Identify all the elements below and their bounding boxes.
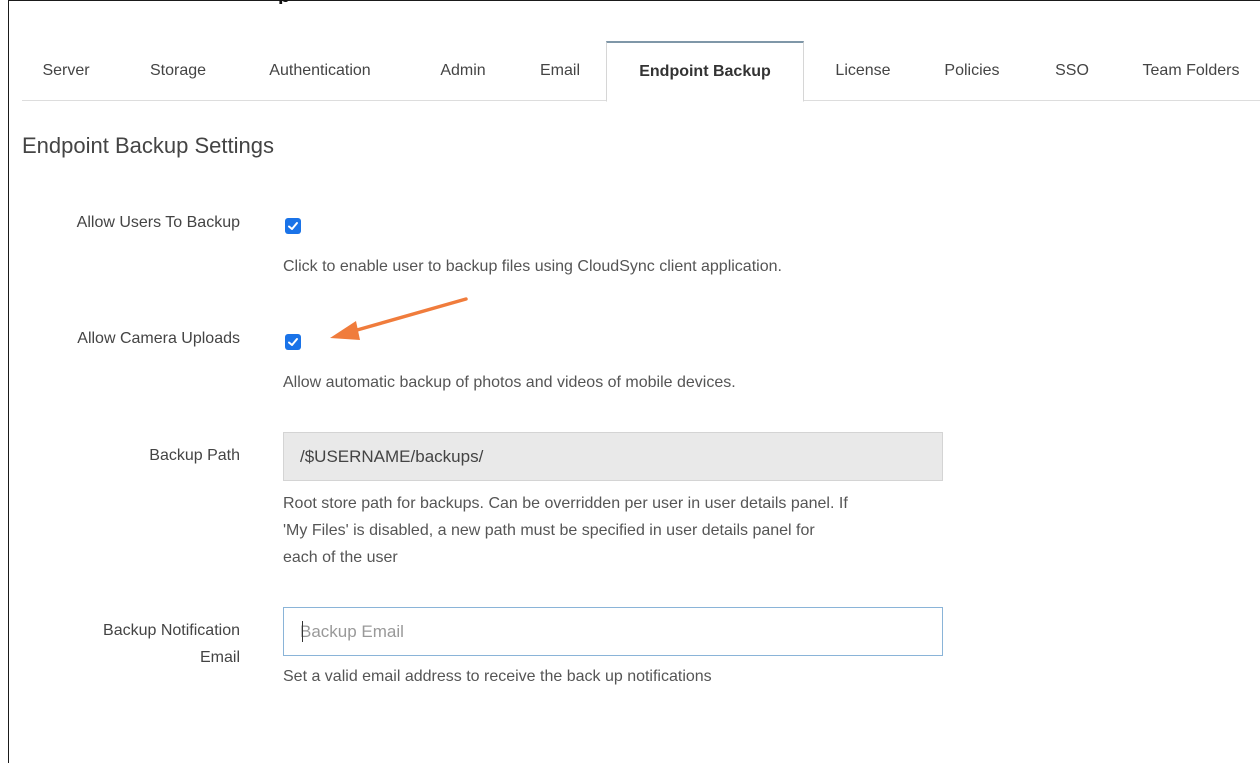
tab-policies[interactable]: Policies <box>924 41 1020 101</box>
settings-tab-bar: Server Storage Authentication Admin Emai… <box>22 41 1260 102</box>
notification-email-label-line-2: Email <box>199 649 240 666</box>
backup-email-placeholder: Backup Email <box>300 622 404 641</box>
allow-camera-checkbox[interactable] <box>285 334 301 350</box>
notification-email-label-line-1: Backup Notification <box>103 622 240 639</box>
text-caret <box>302 621 303 642</box>
allow-backup-checkbox[interactable] <box>285 218 301 234</box>
backup-path-value: /$USERNAME/backups/ <box>300 447 484 466</box>
clipped-heading: p <box>278 0 398 4</box>
tab-license[interactable]: License <box>817 41 909 101</box>
backup-path-help-line-1: Root store path for backups. Can be over… <box>283 495 848 512</box>
tab-team-folders[interactable]: Team Folders <box>1122 41 1260 101</box>
allow-backup-label: Allow Users To Backup <box>76 214 240 231</box>
tab-sso[interactable]: SSO <box>1037 41 1107 101</box>
orange-arrow-icon <box>330 297 468 340</box>
tab-server[interactable]: Server <box>22 41 110 101</box>
tab-email[interactable]: Email <box>519 41 601 101</box>
backup-path-help-line-3: each of the user <box>283 549 398 566</box>
tab-endpoint-backup[interactable]: Endpoint Backup <box>606 41 804 102</box>
backup-path-help-line-2: 'My Files' is disabled, a new path must … <box>283 522 815 539</box>
backup-path-field[interactable]: /$USERNAME/backups/ <box>283 432 943 481</box>
check-icon <box>288 338 298 346</box>
tab-authentication[interactable]: Authentication <box>247 41 393 101</box>
allow-camera-label: Allow Camera Uploads <box>77 330 240 347</box>
tab-admin[interactable]: Admin <box>418 41 508 101</box>
check-icon <box>288 222 298 230</box>
allow-backup-help: Click to enable user to backup files usi… <box>283 258 782 275</box>
backup-path-label: Backup Path <box>149 447 240 464</box>
notification-email-help: Set a valid email address to receive the… <box>283 668 712 685</box>
backup-email-input[interactable]: Backup Email <box>283 607 943 656</box>
allow-camera-help: Allow automatic backup of photos and vid… <box>283 374 736 391</box>
tab-storage[interactable]: Storage <box>128 41 228 101</box>
page-title: Endpoint Backup Settings <box>22 133 274 158</box>
